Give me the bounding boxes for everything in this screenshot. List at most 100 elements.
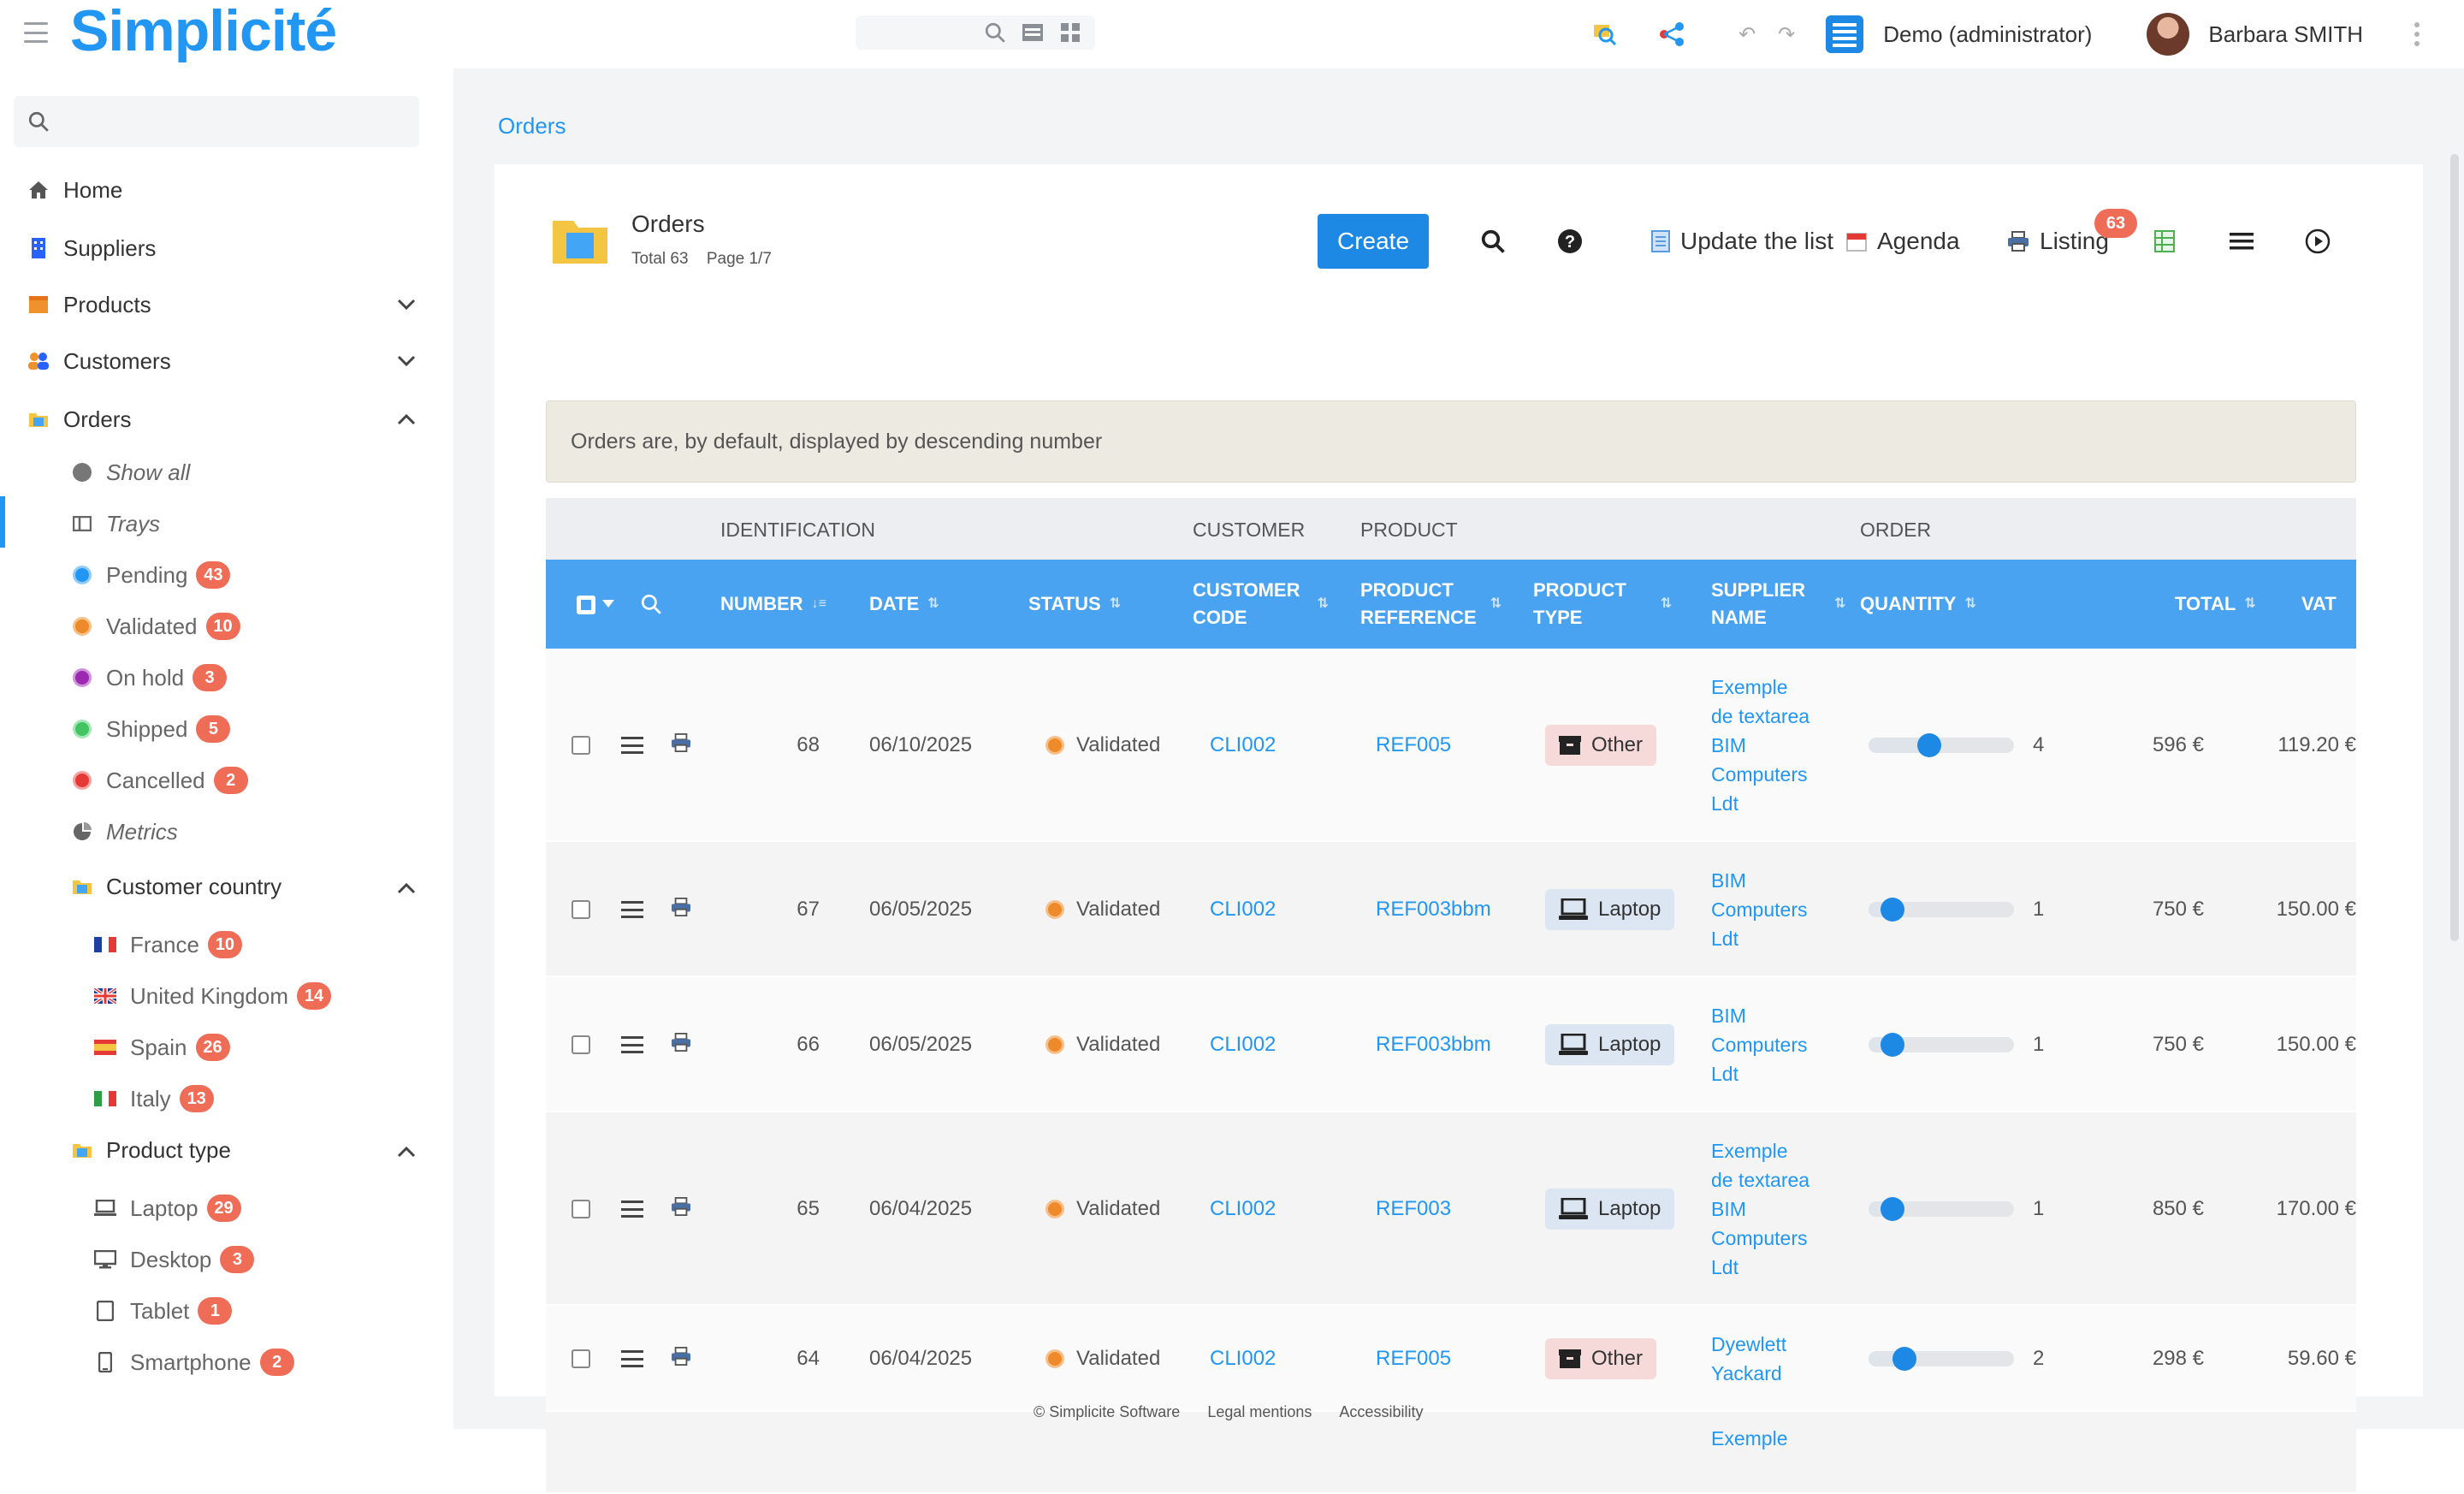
sidebar-item-united-kingdom[interactable]: United Kingdom 14 bbox=[0, 972, 453, 1020]
column-product-type[interactable]: PRODUCT TYPE ⇅ bbox=[1533, 560, 1672, 649]
user-menu[interactable]: Barbara SMITH bbox=[2147, 13, 2363, 56]
sidebar-item-shipped[interactable]: Shipped 5 bbox=[0, 705, 453, 753]
quantity-slider[interactable] bbox=[1869, 733, 2014, 757]
row-checkbox[interactable] bbox=[572, 1035, 590, 1054]
row-menu-icon[interactable] bbox=[621, 1350, 643, 1367]
customer-code-link[interactable]: CLI002 bbox=[1210, 977, 1276, 1112]
column-supplier-name[interactable]: SUPPLIER NAME ⇅ bbox=[1711, 560, 1845, 649]
agenda-button[interactable]: Agenda bbox=[1846, 216, 1960, 267]
sidebar-item-customers[interactable]: Customers bbox=[0, 335, 453, 387]
sidebar-item-orders[interactable]: Orders bbox=[0, 394, 453, 445]
table-row[interactable]: 67 06/05/2025 Validated CLI002 REF003bbm Lapt… bbox=[546, 842, 2356, 977]
sidebar-group-customer-country[interactable]: Customer country bbox=[0, 863, 453, 910]
sidebar-item-desktop[interactable]: Desktop 3 bbox=[0, 1236, 453, 1284]
play-button[interactable] bbox=[2305, 216, 2331, 267]
column-total[interactable]: TOTAL ⇅ bbox=[2175, 560, 2256, 649]
undo-icon[interactable]: ↶ bbox=[1734, 21, 1760, 47]
select-all-checkbox[interactable] bbox=[577, 596, 595, 614]
window-icon[interactable] bbox=[1020, 20, 1045, 45]
quantity-slider[interactable] bbox=[1869, 1033, 2014, 1057]
sidebar-item-france[interactable]: France 10 bbox=[0, 921, 453, 969]
copyright-link[interactable]: © Simplicite Software bbox=[1034, 1403, 1180, 1421]
sidebar-item-pending[interactable]: Pending 43 bbox=[0, 551, 453, 599]
row-print-icon[interactable] bbox=[671, 897, 691, 922]
product-reference-link[interactable]: REF003 bbox=[1376, 1112, 1451, 1306]
sidebar-item-trays[interactable]: Trays bbox=[0, 500, 453, 548]
help-button[interactable]: ? bbox=[1557, 216, 1583, 267]
redo-icon[interactable]: ↷ bbox=[1774, 21, 1799, 47]
column-vat[interactable]: VAT bbox=[2301, 560, 2337, 649]
product-reference-link[interactable]: REF005 bbox=[1376, 1306, 1451, 1412]
customer-code-link[interactable]: CLI002 bbox=[1210, 1112, 1276, 1306]
column-customer-code[interactable]: CUSTOMER CODE ⇅ bbox=[1193, 560, 1329, 649]
customer-code-link[interactable]: CLI002 bbox=[1210, 649, 1276, 842]
legal-mentions-link[interactable]: Legal mentions bbox=[1207, 1403, 1312, 1421]
supplier-name-link[interactable]: Dyewlett Yackard bbox=[1711, 1330, 1831, 1388]
role-selector[interactable]: Demo (administrator) bbox=[1825, 15, 2092, 54]
product-reference-link[interactable]: REF005 bbox=[1376, 649, 1451, 842]
quantity-slider[interactable] bbox=[1869, 898, 2014, 922]
update-list-button[interactable]: Update the list bbox=[1651, 216, 1833, 267]
select-dropdown-icon[interactable] bbox=[602, 560, 614, 649]
supplier-name-link[interactable]: Exemple de textarea BIM Computers Ldt bbox=[1711, 673, 1831, 818]
sidebar-item-italy[interactable]: Italy 13 bbox=[0, 1075, 453, 1123]
sidebar-item-products[interactable]: Products bbox=[0, 279, 453, 330]
sidebar-item-validated[interactable]: Validated 10 bbox=[0, 602, 453, 650]
search-button[interactable] bbox=[1480, 216, 1506, 267]
sidebar-search-input[interactable] bbox=[62, 110, 404, 133]
sidebar-item-spain[interactable]: Spain 26 bbox=[0, 1023, 453, 1071]
accessibility-link[interactable]: Accessibility bbox=[1339, 1403, 1423, 1421]
chevron-down-icon[interactable] bbox=[397, 350, 416, 372]
table-row[interactable]: 65 06/04/2025 Validated CLI002 REF003 Laptop E… bbox=[546, 1112, 2356, 1306]
column-status[interactable]: STATUS ⇅ bbox=[1028, 560, 1121, 649]
user-search-icon[interactable] bbox=[1592, 21, 1618, 47]
chevron-up-icon[interactable] bbox=[397, 408, 416, 430]
column-date[interactable]: DATE ⇅ bbox=[869, 560, 939, 649]
sidebar-group-product-type[interactable]: Product type bbox=[0, 1126, 453, 1174]
chevron-down-icon[interactable] bbox=[397, 293, 416, 316]
row-menu-icon[interactable] bbox=[621, 901, 643, 918]
table-row[interactable]: 64 06/04/2025 Validated CLI002 REF005 Other Dy… bbox=[546, 1306, 2356, 1412]
column-quantity[interactable]: QUANTITY ⇅ bbox=[1860, 560, 1976, 649]
sidebar-item-home[interactable]: Home bbox=[0, 164, 453, 216]
sidebar-item-smartphone[interactable]: Smartphone 2 bbox=[0, 1338, 453, 1386]
product-reference-link[interactable]: REF003bbm bbox=[1376, 977, 1491, 1112]
share-icon[interactable] bbox=[1659, 21, 1685, 47]
sidebar-item-tablet[interactable]: Tablet 1 bbox=[0, 1287, 453, 1335]
export-button[interactable] bbox=[2154, 216, 2175, 267]
column-number[interactable]: NUMBER ↓≡ bbox=[720, 560, 826, 649]
column-search-icon[interactable] bbox=[640, 560, 662, 649]
chevron-up-icon[interactable] bbox=[397, 874, 416, 900]
row-print-icon[interactable] bbox=[671, 732, 691, 758]
table-row[interactable]: Exemple bbox=[546, 1412, 2356, 1494]
row-print-icon[interactable] bbox=[671, 1032, 691, 1058]
quantity-slider[interactable] bbox=[1869, 1197, 2014, 1221]
sidebar-item-laptop[interactable]: Laptop 29 bbox=[0, 1184, 453, 1232]
product-reference-link[interactable]: REF003bbm bbox=[1376, 842, 1491, 977]
row-checkbox[interactable] bbox=[572, 736, 590, 755]
customer-code-link[interactable]: CLI002 bbox=[1210, 1306, 1276, 1412]
row-print-icon[interactable] bbox=[671, 1196, 691, 1222]
row-checkbox[interactable] bbox=[572, 1349, 590, 1368]
sidebar-item-suppliers[interactable]: Suppliers bbox=[0, 222, 453, 274]
row-checkbox[interactable] bbox=[572, 900, 590, 919]
scrollbar[interactable] bbox=[2450, 154, 2459, 941]
row-menu-icon[interactable] bbox=[621, 1036, 643, 1053]
search-icon[interactable] bbox=[982, 20, 1008, 45]
breadcrumb[interactable]: Orders bbox=[498, 113, 566, 139]
supplier-name-link[interactable]: BIM Computers Ldt bbox=[1711, 1001, 1831, 1088]
table-row[interactable]: 66 06/05/2025 Validated CLI002 REF003bbm Lapt… bbox=[546, 977, 2356, 1112]
supplier-name-link[interactable]: BIM Computers Ldt bbox=[1711, 866, 1831, 953]
column-product-reference[interactable]: PRODUCT REFERENCE ⇅ bbox=[1360, 560, 1502, 649]
menu-toggle-icon[interactable] bbox=[24, 22, 48, 43]
grid-icon[interactable] bbox=[1057, 20, 1083, 45]
row-menu-icon[interactable] bbox=[621, 737, 643, 754]
app-logo[interactable]: Simplicité bbox=[70, 0, 337, 62]
row-menu-icon[interactable] bbox=[621, 1201, 643, 1218]
chevron-up-icon[interactable] bbox=[397, 1137, 416, 1164]
row-checkbox[interactable] bbox=[572, 1200, 590, 1218]
table-row[interactable]: 68 06/10/2025 Validated CLI002 REF005 Other Ex… bbox=[546, 649, 2356, 842]
customer-code-link[interactable]: CLI002 bbox=[1210, 842, 1276, 977]
supplier-name-link[interactable]: Exemple de textarea BIM Computers Ldt bbox=[1711, 1136, 1831, 1282]
sidebar-item-on-hold[interactable]: On hold 3 bbox=[0, 654, 453, 702]
